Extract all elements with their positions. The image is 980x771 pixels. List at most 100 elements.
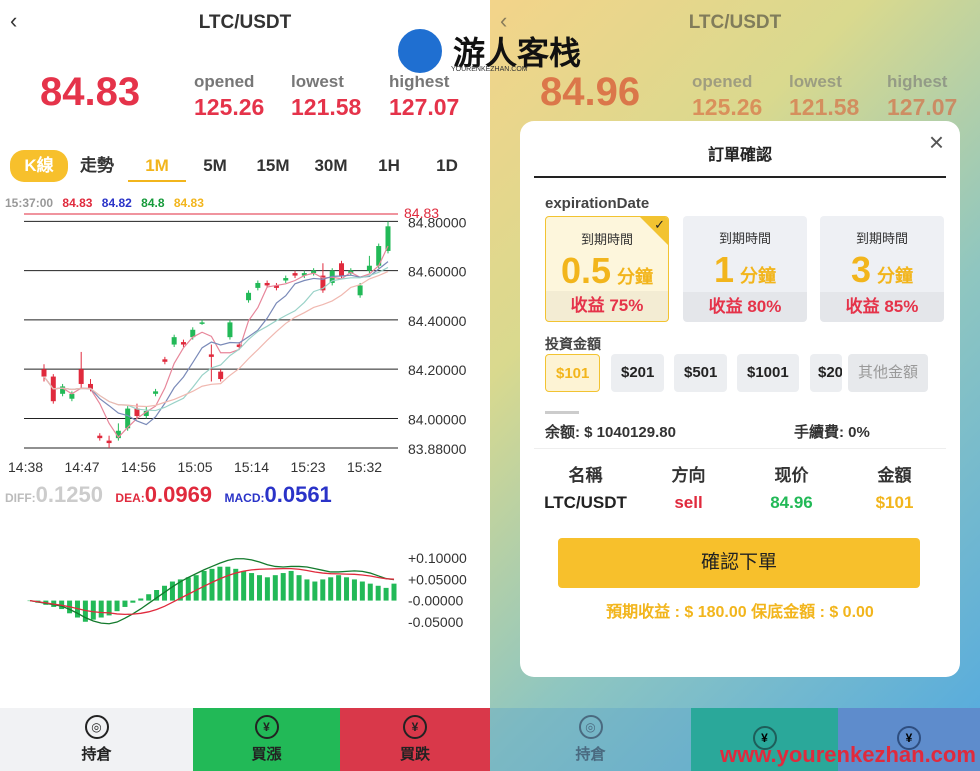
stat-highest: highest 127.07 xyxy=(389,72,459,121)
buy-up-button[interactable]: ¥ 買漲 xyxy=(193,708,340,771)
macd-bar xyxy=(391,583,397,601)
buy-down-label: 買跌 xyxy=(399,746,430,763)
bottom-bar: ◎ 持倉 ¥ 買漲 ¥ 買跌 xyxy=(0,708,490,771)
macd-bar xyxy=(280,573,286,601)
value-direction: sell xyxy=(674,493,703,512)
macd-bar xyxy=(383,587,389,601)
x-tick-label: 15:05 xyxy=(178,459,213,475)
macd-bar xyxy=(296,575,302,601)
candle-body xyxy=(97,435,103,439)
stat-opened: opened 125.26 xyxy=(194,72,264,121)
candle-body xyxy=(208,354,214,357)
macd-bar xyxy=(320,579,326,601)
ma-line-10 xyxy=(43,261,389,426)
amount-201[interactable]: $201 xyxy=(611,354,665,392)
macd-bar xyxy=(169,581,175,601)
right-screen: ‹ LTC/USDT 84.96 opened 125.26 lowest 12… xyxy=(490,0,980,771)
macd-bar xyxy=(209,568,215,601)
ma-line-30 xyxy=(43,270,389,408)
macd-bar xyxy=(138,598,144,601)
macd-bar xyxy=(351,579,357,601)
macd-bar xyxy=(312,581,318,601)
watermark-logo-icon xyxy=(395,26,445,76)
tab-15m[interactable]: 15M xyxy=(250,150,296,182)
option-title: 到期時間 xyxy=(855,231,908,246)
coins-icon: ◎ xyxy=(84,715,109,739)
y-tick-label: 84.40000 xyxy=(408,313,467,329)
expected-profit-text: 預期收益 : $ 180.00 保底金額 : $ 0.00 xyxy=(606,604,874,621)
macd-y-tick-label: -0.00000 xyxy=(408,593,463,609)
stat-highest: highest 127.07 xyxy=(887,72,957,121)
other-amount-button[interactable]: 其他金額 xyxy=(848,354,929,392)
position-label: 持倉 xyxy=(81,746,112,763)
tab-1m[interactable]: 1M xyxy=(128,150,186,182)
current-price: 84.83 xyxy=(40,70,141,114)
stat-opened: opened 125.26 xyxy=(692,72,762,121)
macd-bar xyxy=(272,575,278,601)
stat-value: 127.07 xyxy=(887,94,958,120)
tab-5m[interactable]: 5M xyxy=(194,150,236,182)
position-button[interactable]: ◎ 持倉 xyxy=(490,708,691,771)
macd-bar xyxy=(344,577,350,601)
macd-y-tick-label: +0.05000 xyxy=(408,571,467,587)
candle-body xyxy=(339,263,345,276)
ma-line-5 xyxy=(43,245,389,439)
amount-101[interactable]: $101 xyxy=(545,354,601,392)
order-confirm-modal: 訂單確認 × expirationDate ✓ 到期時間 0.5 分鐘 收益 75… xyxy=(520,121,960,677)
x-tick-label: 15:32 xyxy=(347,459,382,475)
candle-body xyxy=(153,391,159,394)
candle-body xyxy=(41,369,47,377)
x-tick-label: 15:23 xyxy=(291,459,326,475)
confirm-order-button[interactable]: 確認下單 xyxy=(558,538,920,588)
expiration-option-3[interactable]: 到期時間 3 分鐘 收益 85% xyxy=(820,216,944,322)
amount-label: 投資金額 xyxy=(545,336,601,352)
value-price: 84.96 xyxy=(770,493,813,512)
value-amount: $101 xyxy=(875,493,914,512)
balance-text: 余额: $ 1040129.80 xyxy=(545,424,676,441)
buy-down-button[interactable]: ¥ 買跌 xyxy=(340,708,490,771)
macd-bar xyxy=(288,570,294,601)
header-name: 名稱 xyxy=(568,466,603,485)
option-num: 0.5 xyxy=(560,250,612,291)
buy-up-label: 買漲 xyxy=(251,746,282,763)
ma-line-20 xyxy=(43,266,389,412)
expiration-option-0.5[interactable]: ✓ 到期時間 0.5 分鐘 收益 75% xyxy=(545,216,669,322)
option-profit: 收益 75% xyxy=(546,291,668,321)
tab-1h[interactable]: 1H xyxy=(372,150,406,182)
tab-1d[interactable]: 1D xyxy=(430,150,464,182)
amount-2001[interactable]: $20 xyxy=(810,354,842,392)
tab-kline[interactable]: K線 xyxy=(10,150,68,182)
candle-body xyxy=(180,342,186,345)
macd-label: MACD: xyxy=(224,491,265,505)
close-icon[interactable]: × xyxy=(929,127,944,158)
dea-value: 0.0969 xyxy=(144,482,213,507)
stat-value: 121.58 xyxy=(291,94,362,120)
stat-value: 125.26 xyxy=(692,94,763,120)
stat-label: lowest xyxy=(789,72,842,91)
macd-legend: DIFF:0.1250 DEA:0.0969 MACD:0.0561 xyxy=(5,482,340,508)
tab-30m[interactable]: 30M xyxy=(308,150,354,182)
candle-body xyxy=(264,282,270,286)
amount-1001[interactable]: $1001 xyxy=(737,354,799,392)
header-price: 现价 xyxy=(774,466,809,485)
tab-trend[interactable]: 走勢 xyxy=(76,150,118,182)
candle-body xyxy=(69,393,75,399)
candle-body xyxy=(171,337,177,345)
yen-down-icon: ¥ xyxy=(403,715,427,739)
interval-tabs: K線 走勢 1M 5M 15M 30M 1H 1D xyxy=(0,146,490,186)
position-button[interactable]: ◎ 持倉 xyxy=(0,708,193,771)
expiration-label: expirationDate xyxy=(545,195,650,212)
macd-bar xyxy=(328,577,334,601)
macd-bar xyxy=(304,579,310,601)
fee-text: 手續費: 0% xyxy=(794,424,870,441)
y-tick-label: 84.00000 xyxy=(408,411,467,427)
candle-body xyxy=(106,440,112,444)
macd-bar xyxy=(249,573,255,601)
stat-label: opened xyxy=(194,72,255,91)
macd-bar xyxy=(264,577,270,601)
stat-value: 121.58 xyxy=(789,94,860,120)
amount-501[interactable]: $501 xyxy=(674,354,728,392)
candle-body xyxy=(162,359,168,362)
x-tick-label: 15:14 xyxy=(234,459,269,475)
expiration-option-1[interactable]: 到期時間 1 分鐘 收益 80% xyxy=(683,216,807,322)
